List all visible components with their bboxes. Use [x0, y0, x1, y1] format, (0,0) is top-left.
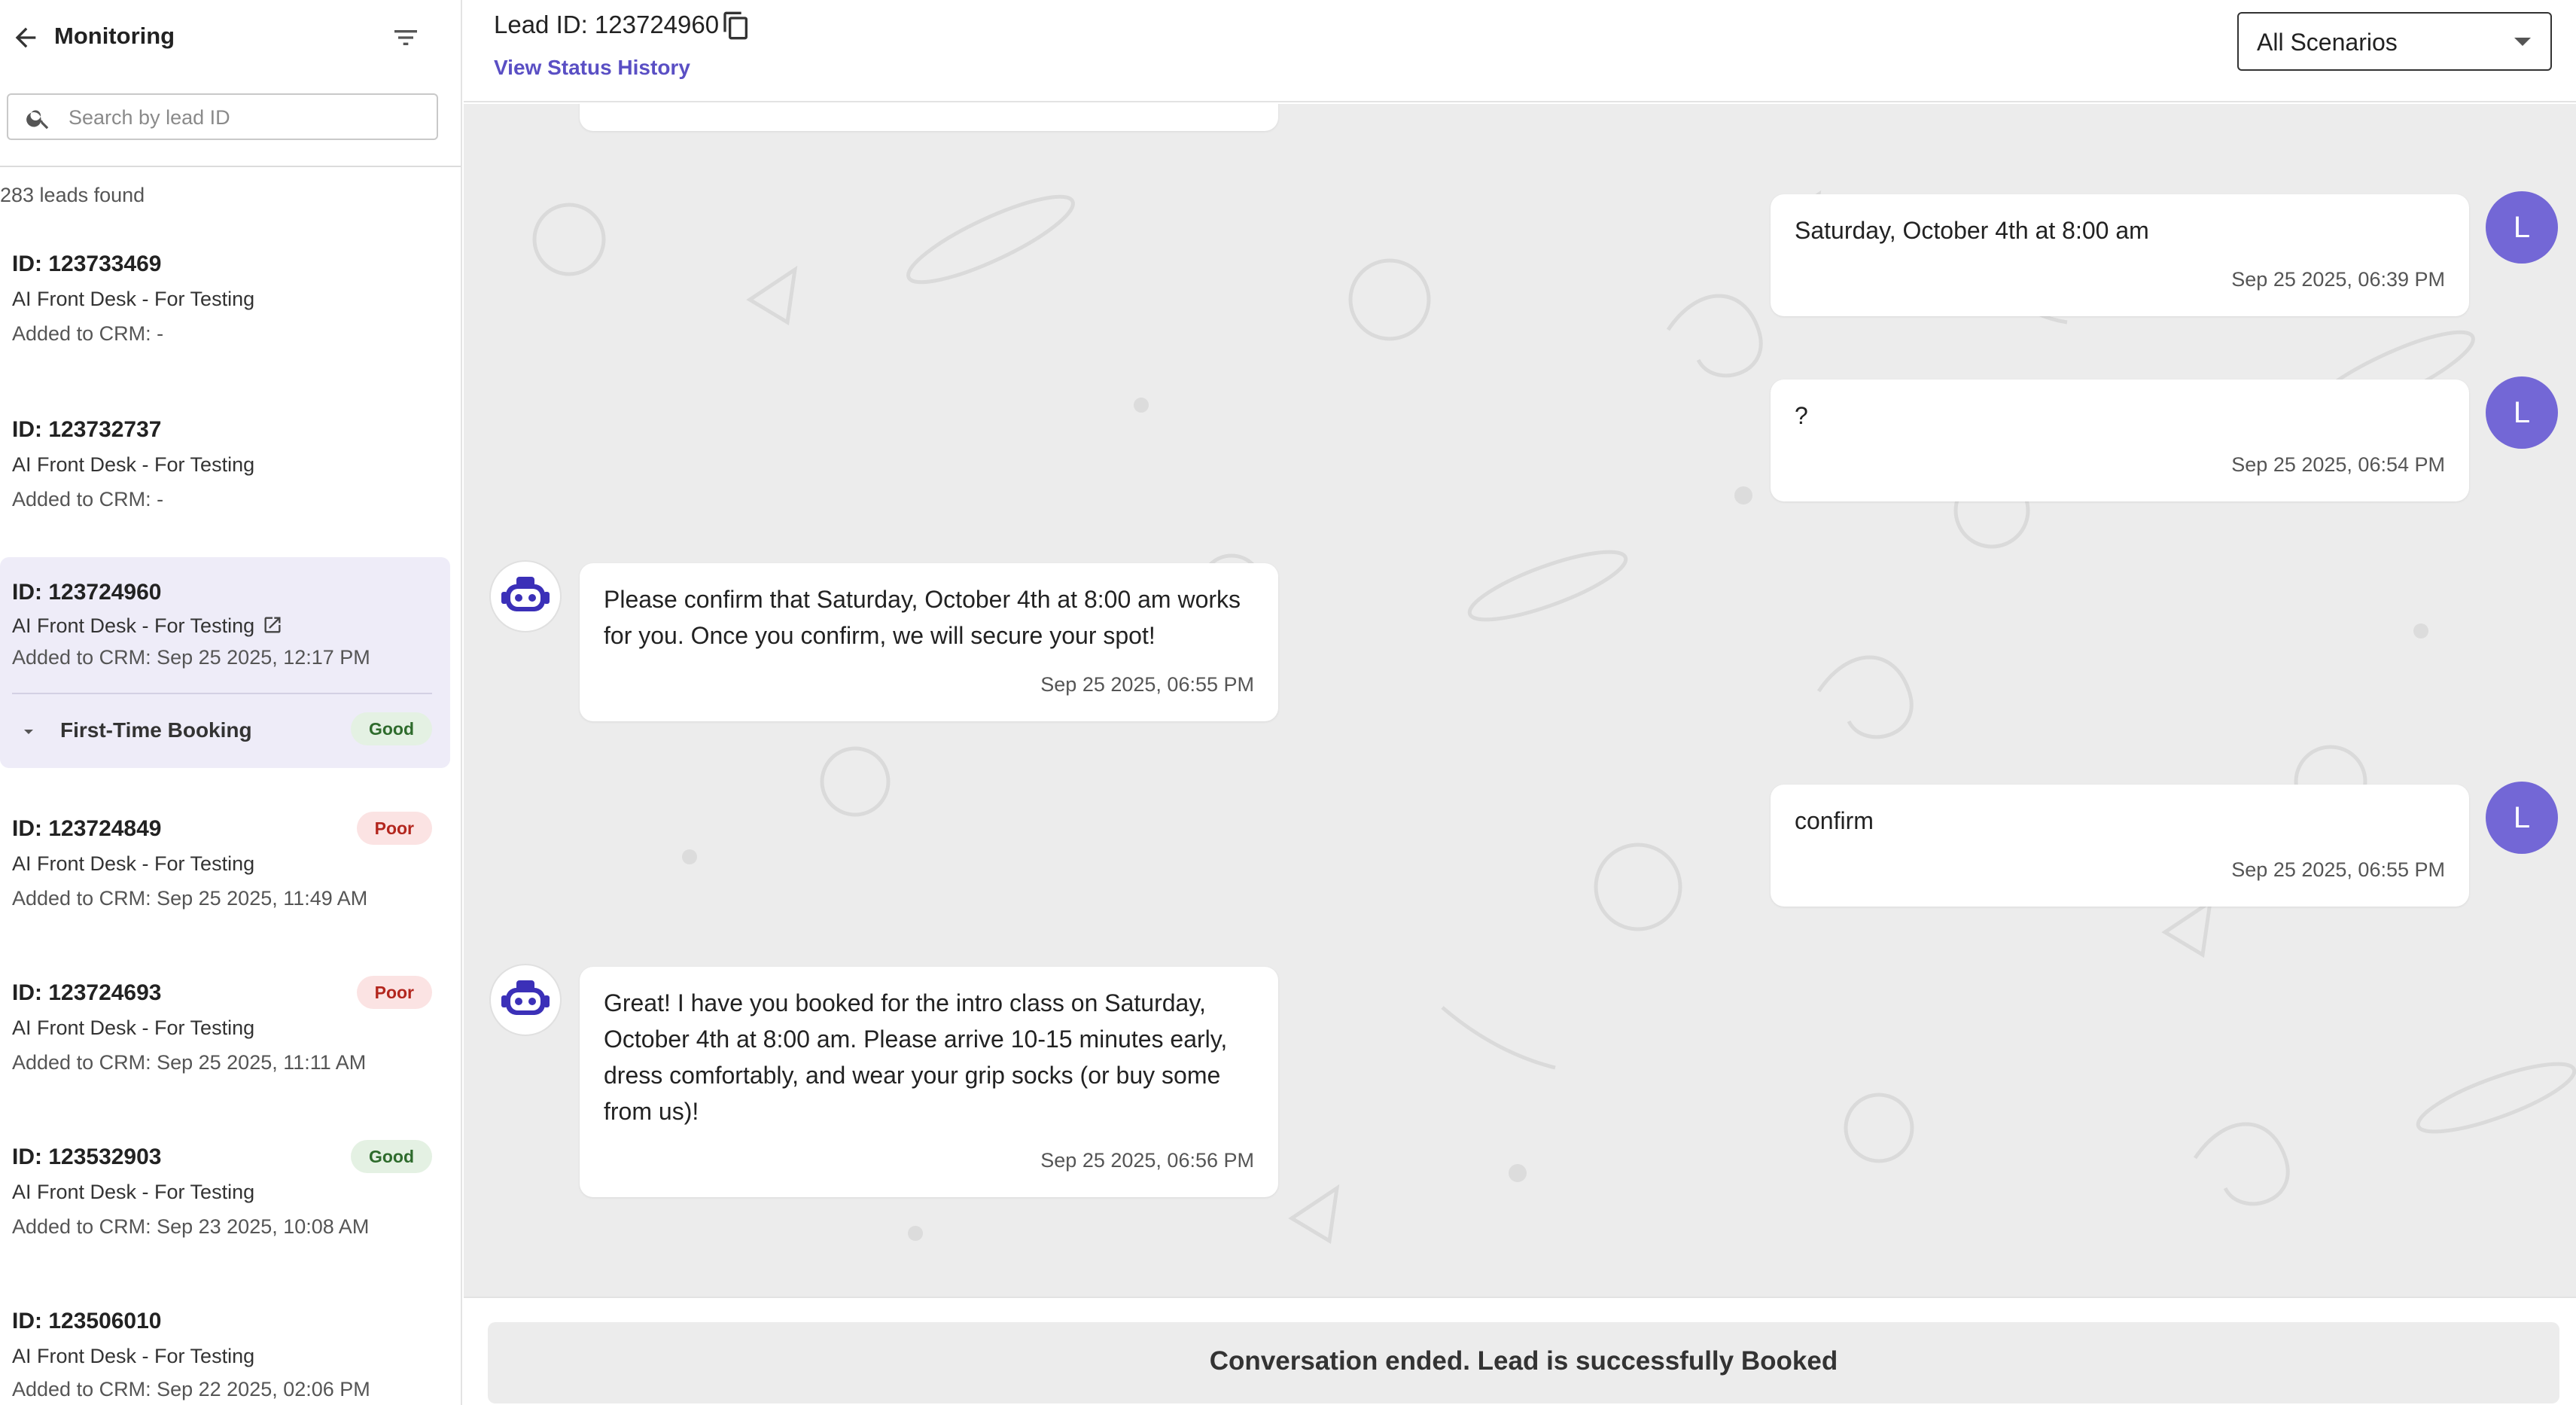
- conversation-ended-banner: Conversation ended. Lead is successfully…: [488, 1322, 2559, 1403]
- message-line: October 4th at 8:00 am. Please arrive 10…: [604, 1026, 1228, 1053]
- chat-bubble-partial: [580, 104, 1278, 131]
- message-time: Sep 25 2025, 06:56 PM: [1040, 1149, 1254, 1172]
- search-icon: [26, 110, 49, 130]
- lead-item[interactable]: ID: 123733469 AI Front Desk - For Testin…: [0, 226, 450, 376]
- bot-icon: [501, 980, 550, 1015]
- copy-icon[interactable]: [721, 9, 751, 42]
- lead-crm-date: Added to CRM: Sep 25 2025, 11:11 AM: [12, 1051, 367, 1074]
- lead-item-selected[interactable]: ID: 123724960 AI Front Desk - For Testin…: [0, 557, 450, 768]
- message-time: Sep 25 2025, 06:55 PM: [1040, 673, 1254, 696]
- divider: [12, 693, 432, 694]
- status-badge: Good: [350, 712, 432, 745]
- lead-crm-date: Added to CRM: Sep 25 2025, 11:49 AM: [12, 887, 368, 910]
- message-time: Sep 25 2025, 06:39 PM: [2231, 268, 2445, 291]
- conversation-header: Lead ID: 123724960 View Status History A…: [464, 0, 2576, 102]
- lead-campaign: AI Front Desk - For Testing: [12, 1345, 255, 1367]
- chevron-down-icon: [2514, 38, 2531, 46]
- lead-crm-date: Added to CRM: -: [12, 322, 164, 345]
- lead-message: confirm Sep 25 2025, 06:55 PM: [1771, 785, 2469, 907]
- caret-down-icon[interactable]: [20, 723, 38, 741]
- lead-crm-date: Added to CRM: -: [12, 488, 164, 510]
- lead-crm-date: Added to CRM: Sep 22 2025, 02:06 PM: [12, 1378, 370, 1400]
- lead-campaign: AI Front Desk - For Testing: [12, 1181, 255, 1203]
- lead-campaign: AI Front Desk - For Testing: [12, 288, 255, 310]
- lead-crm-date: Added to CRM: Sep 25 2025, 12:17 PM: [12, 646, 370, 669]
- back-arrow-icon[interactable]: [11, 23, 41, 53]
- lead-campaign: AI Front Desk - For Testing: [12, 614, 255, 637]
- status-badge: Good: [350, 1140, 432, 1173]
- lead-count: 283 leads found: [0, 184, 145, 206]
- lead-campaign: AI Front Desk - For Testing: [12, 453, 255, 476]
- lead-id: ID: 123724849: [12, 816, 162, 841]
- avatar: L: [2486, 782, 2558, 854]
- lead-crm-date: Added to CRM: Sep 23 2025, 10:08 AM: [12, 1215, 370, 1238]
- message-line: for you. Once you confirm, we will secur…: [604, 622, 1156, 649]
- scenario-select[interactable]: All Scenarios: [2237, 12, 2552, 71]
- divider: [0, 166, 461, 167]
- app: Monitoring 283 leads found ID: 123733469…: [0, 0, 2576, 1405]
- message-text: Saturday, October 4th at 8:00 am: [1795, 217, 2149, 244]
- avatar: L: [2486, 376, 2558, 449]
- message-time: Sep 25 2025, 06:54 PM: [2231, 453, 2445, 476]
- view-status-history-link[interactable]: View Status History: [494, 56, 690, 80]
- scenario-label[interactable]: First-Time Booking: [60, 718, 252, 742]
- lead-item[interactable]: ID: 123724693 Poor AI Front Desk - For T…: [0, 956, 450, 1107]
- chat-footer: Conversation ended. Lead is successfully…: [464, 1297, 2576, 1405]
- bot-message: Please confirm that Saturday, October 4t…: [580, 563, 1278, 721]
- lead-id: ID: 123733469: [12, 251, 162, 276]
- lead-item[interactable]: ID: 123732737 AI Front Desk - For Testin…: [0, 392, 450, 542]
- status-badge: Poor: [356, 976, 432, 1009]
- message-time: Sep 25 2025, 06:55 PM: [2231, 858, 2445, 881]
- external-link-icon[interactable]: [262, 614, 283, 635]
- search-input[interactable]: [69, 101, 422, 134]
- lead-id: ID: 123724693: [12, 980, 162, 1005]
- message-text: Please confirm that Saturday, October 4t…: [604, 581, 1241, 654]
- status-badge: Poor: [356, 812, 432, 845]
- bot-avatar: [489, 964, 562, 1036]
- lead-message: Saturday, October 4th at 8:00 am Sep 25 …: [1771, 194, 2469, 316]
- message-line: Please confirm that Saturday, October 4t…: [604, 586, 1241, 613]
- lead-item[interactable]: ID: 123724849 Poor AI Front Desk - For T…: [0, 792, 450, 943]
- avatar: L: [2486, 191, 2558, 264]
- sidebar-title: Monitoring: [54, 23, 175, 49]
- lead-item[interactable]: ID: 123532903 Good AI Front Desk - For T…: [0, 1120, 450, 1271]
- sidebar: Monitoring 283 leads found ID: 123733469…: [0, 0, 462, 1405]
- chat-area[interactable]: Saturday, October 4th at 8:00 am Sep 25 …: [464, 104, 2576, 1297]
- lead-id: ID: 123732737: [12, 417, 162, 442]
- message-line: from us)!: [604, 1098, 699, 1125]
- message-text: confirm: [1795, 807, 1874, 834]
- lead-id: ID: 123724960: [12, 580, 162, 605]
- bot-icon: [501, 577, 550, 611]
- lead-title: Lead ID: 123724960: [494, 11, 720, 38]
- lead-message: ? Sep 25 2025, 06:54 PM: [1771, 379, 2469, 501]
- lead-item[interactable]: ID: 123506010 AI Front Desk - For Testin…: [0, 1285, 450, 1405]
- bot-avatar: [489, 560, 562, 632]
- message-text: Great! I have you booked for the intro c…: [604, 985, 1227, 1129]
- filter-icon[interactable]: [388, 23, 423, 53]
- message-line: Great! I have you booked for the intro c…: [604, 989, 1206, 1016]
- lead-campaign-row: AI Front Desk - For Testing: [12, 614, 283, 638]
- lead-campaign: AI Front Desk - For Testing: [12, 1016, 255, 1039]
- bot-message: Great! I have you booked for the intro c…: [580, 967, 1278, 1197]
- sidebar-header: Monitoring: [0, 0, 461, 75]
- lead-id: ID: 123506010: [12, 1309, 162, 1333]
- lead-campaign: AI Front Desk - For Testing: [12, 852, 255, 875]
- message-line: dress comfortably, and wear your grip so…: [604, 1062, 1221, 1089]
- lead-id: ID: 123532903: [12, 1144, 162, 1169]
- message-text: ?: [1795, 402, 1808, 429]
- scenario-select-value: All Scenarios: [2257, 29, 2398, 56]
- search-box: [7, 93, 438, 140]
